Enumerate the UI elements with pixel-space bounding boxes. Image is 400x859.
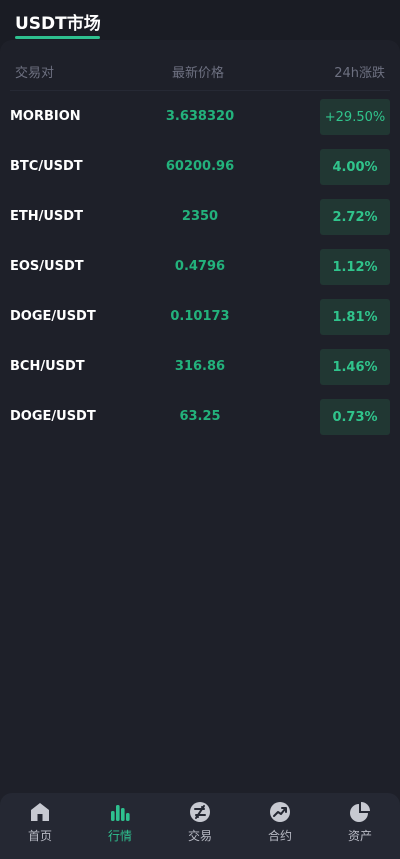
trade-icon (190, 802, 210, 822)
latest-price: 60200.96 (165, 159, 235, 174)
latest-price: 316.86 (174, 359, 226, 374)
column-header-change: 24h涨跌 (334, 66, 385, 81)
market-row[interactable]: DOGE/USDT 63.25 0.73% (0, 399, 400, 435)
change-badge: 4.00% (320, 149, 390, 185)
tab-label: 合约 (267, 829, 292, 843)
change-badge: 1.81% (320, 299, 390, 335)
tab-assets[interactable]: 资产 (320, 793, 400, 859)
pair-name: DOGE/USDT (10, 409, 96, 424)
pair-name: DOGE/USDT (10, 309, 96, 324)
tab-usdt-market[interactable]: USDT市场 (15, 9, 101, 34)
market-row[interactable]: BCH/USDT 316.86 1.46% (0, 349, 400, 385)
latest-price: 0.4796 (174, 259, 226, 274)
latest-price: 2350 (181, 209, 219, 224)
column-header-pair: 交易对 (15, 66, 55, 81)
active-tab-indicator (15, 36, 100, 39)
tab-home[interactable]: 首页 (0, 793, 80, 859)
tab-trade[interactable]: 交易 (160, 793, 240, 859)
market-row[interactable]: BTC/USDT 60200.96 4.00% (0, 149, 400, 185)
pair-name: ETH/USDT (10, 209, 83, 224)
pair-name: EOS/USDT (10, 259, 84, 274)
pair-name: BTC/USDT (10, 159, 83, 174)
tab-label: 首页 (27, 829, 52, 843)
home-icon (31, 803, 49, 821)
latest-price: 63.25 (179, 409, 221, 424)
change-badge: 0.73% (320, 399, 390, 435)
latest-price: 0.10173 (170, 309, 230, 324)
column-header-price: 最新价格 (172, 66, 225, 81)
change-badge: 1.12% (320, 249, 390, 285)
tab-label: 交易 (187, 829, 212, 843)
contract-trend-icon (270, 802, 290, 822)
change-badge: +29.50% (320, 99, 390, 135)
market-row[interactable]: MORBION 3.638320 +29.50% (0, 99, 400, 135)
market-bars-icon (111, 805, 130, 821)
market-row[interactable]: ETH/USDT 2350 2.72% (0, 199, 400, 235)
tab-market[interactable]: 行情 (80, 793, 160, 859)
tab-contract[interactable]: 合约 (240, 793, 320, 859)
page-header: USDT市场 (0, 0, 400, 40)
tab-label: 资产 (347, 829, 372, 843)
market-list-panel: 交易对 最新价格 24h涨跌 MORBION 3.638320 +29.50% … (0, 40, 400, 859)
change-badge: 1.46% (320, 349, 390, 385)
tab-label: 行情 (107, 829, 132, 843)
assets-pie-icon (350, 802, 370, 822)
latest-price: 3.638320 (165, 109, 235, 124)
pair-name: BCH/USDT (10, 359, 85, 374)
market-row[interactable]: DOGE/USDT 0.10173 1.81% (0, 299, 400, 335)
market-page: USDT市场 交易对 最新价格 24h涨跌 MORBION 3.638320 +… (0, 0, 400, 859)
header-divider (10, 90, 390, 91)
pair-name: MORBION (10, 109, 81, 124)
bottom-tab-bar: 首页 行情 交易 合约 资产 (0, 793, 400, 859)
change-badge: 2.72% (320, 199, 390, 235)
market-row[interactable]: EOS/USDT 0.4796 1.12% (0, 249, 400, 285)
